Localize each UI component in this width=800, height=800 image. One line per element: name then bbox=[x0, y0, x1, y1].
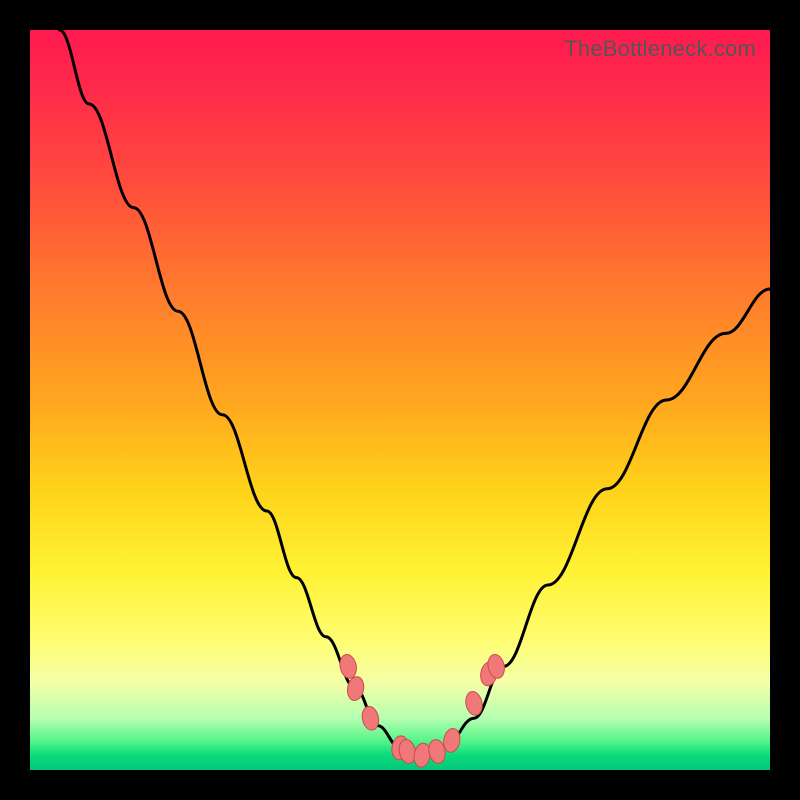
data-marker bbox=[360, 705, 381, 732]
curve-layer bbox=[30, 30, 770, 770]
bottleneck-curve-path bbox=[60, 30, 770, 755]
data-marker bbox=[338, 653, 359, 680]
plot-area: TheBottleneck.com bbox=[30, 30, 770, 770]
marker-group bbox=[338, 653, 507, 768]
chart-frame: TheBottleneck.com bbox=[0, 0, 800, 800]
